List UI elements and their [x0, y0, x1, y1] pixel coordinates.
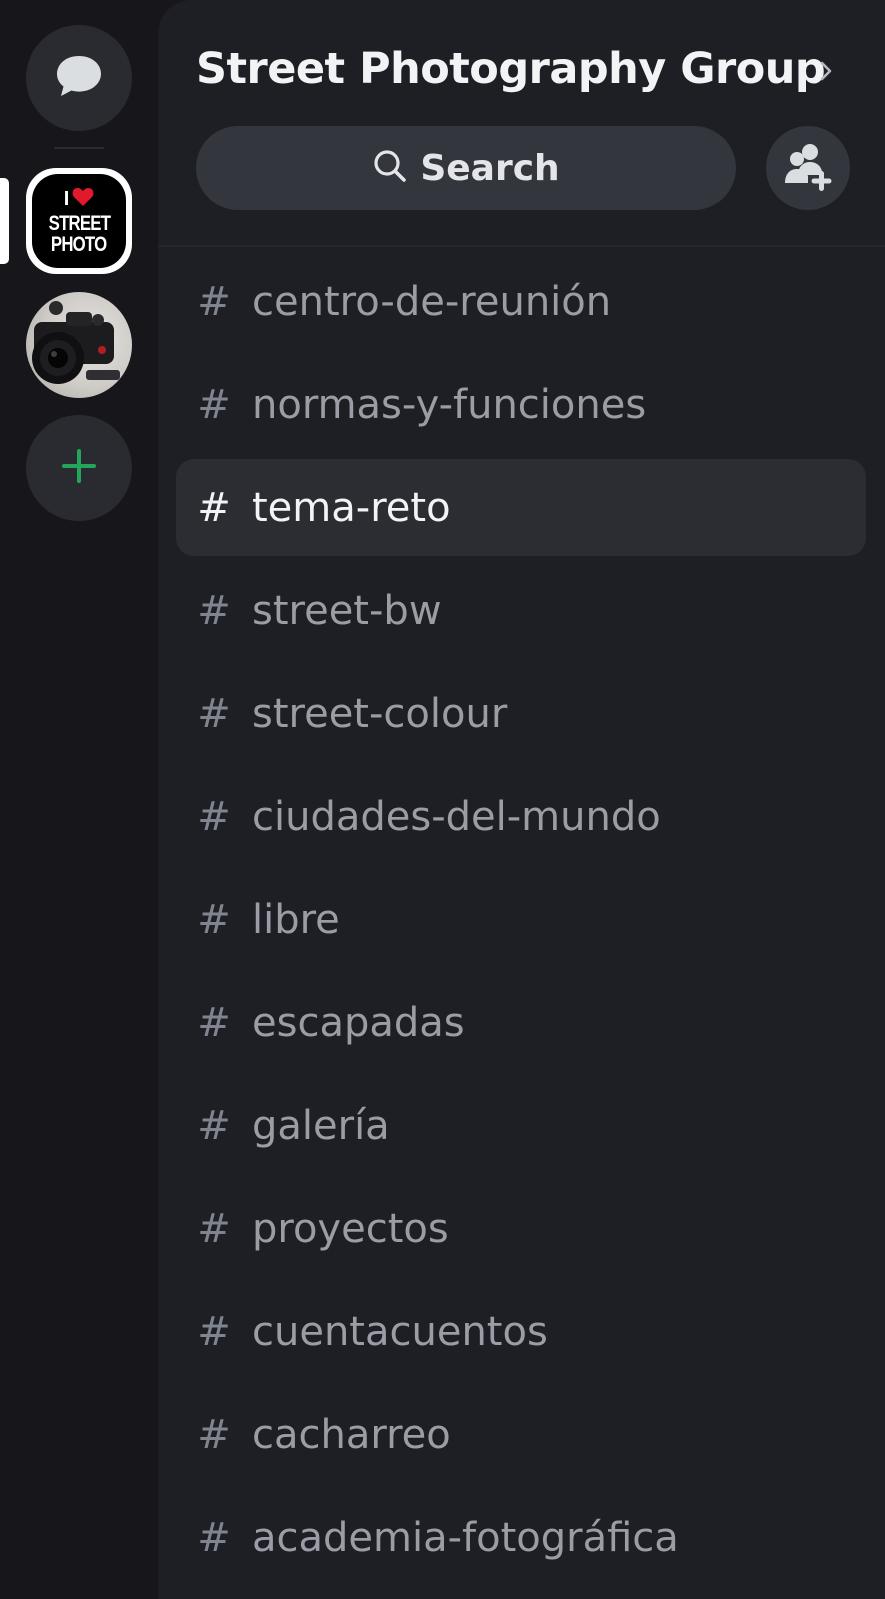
server-street-photo[interactable]: I STREET PHOTO: [26, 168, 132, 274]
hash-icon: #: [197, 999, 231, 1046]
hash-icon: #: [197, 1102, 231, 1149]
hash-icon: #: [197, 1514, 231, 1561]
logo-word-street: STREET: [48, 212, 110, 235]
channel-panel: Street Photography Group Search # centro…: [158, 0, 885, 1599]
hash-icon: #: [197, 793, 231, 840]
rail-separator: [54, 147, 104, 149]
hash-icon: #: [197, 1308, 231, 1355]
channel-item[interactable]: # galería: [176, 1077, 866, 1174]
channel-name: libre: [252, 896, 340, 943]
channel-name: galería: [252, 1102, 390, 1149]
hash-icon: #: [197, 1205, 231, 1252]
channel-list: # centro-de-reunión # normas-y-funciones # te…: [176, 253, 866, 1592]
search-icon: [372, 148, 408, 188]
hash-icon: #: [197, 381, 231, 428]
channel-item[interactable]: # tema-reto: [176, 459, 866, 556]
hash-icon: #: [197, 484, 231, 531]
channel-item[interactable]: # proyectos: [176, 1180, 866, 1277]
channel-name: cacharreo: [252, 1411, 451, 1458]
channel-item[interactable]: # cacharreo: [176, 1386, 866, 1483]
channel-name: proyectos: [252, 1205, 449, 1252]
channel-item[interactable]: # ciudades-del-mundo: [176, 768, 866, 865]
channel-name: street-bw: [252, 587, 442, 634]
hash-icon: #: [197, 278, 231, 325]
plus-icon: [59, 446, 99, 490]
guild-name: Street Photography Group: [196, 44, 826, 94]
hash-icon: #: [197, 896, 231, 943]
channel-name: cuentacuentos: [252, 1308, 548, 1355]
logo-letter: I: [63, 188, 70, 210]
direct-messages-button[interactable]: [26, 25, 132, 131]
guild-header[interactable]: Street Photography Group: [196, 44, 826, 94]
add-server-button[interactable]: [26, 415, 132, 521]
app-window: I STREET PHOTO Street Photography Group …: [0, 0, 885, 1599]
logo-word-photo: PHOTO: [51, 233, 107, 256]
server-rail: I STREET PHOTO: [0, 0, 158, 1599]
channel-item[interactable]: # normas-y-funciones: [176, 356, 866, 453]
channel-item[interactable]: # academia-fotográfica: [176, 1489, 866, 1586]
active-server-indicator: [0, 178, 9, 264]
server-camera[interactable]: [26, 292, 132, 398]
hash-icon: #: [197, 690, 231, 737]
street-photo-logo: I STREET PHOTO: [32, 174, 126, 268]
header-divider: [158, 245, 885, 247]
channel-name: tema-reto: [252, 484, 451, 531]
chat-bubble-icon: [54, 53, 104, 103]
channel-name: centro-de-reunión: [252, 278, 612, 325]
channel-name: street-colour: [252, 690, 508, 737]
channel-name: escapadas: [252, 999, 465, 1046]
channel-item[interactable]: # centro-de-reunión: [176, 253, 866, 350]
channel-item[interactable]: # cuentacuentos: [176, 1283, 866, 1380]
search-label: Search: [420, 147, 560, 189]
add-user-icon: [782, 141, 834, 195]
hash-icon: #: [197, 1411, 231, 1458]
search-bar[interactable]: Search: [196, 126, 736, 210]
channel-item[interactable]: # libre: [176, 871, 866, 968]
hash-icon: #: [197, 587, 231, 634]
channel-item[interactable]: # street-colour: [176, 665, 866, 762]
heart-icon: [72, 187, 94, 211]
channel-item[interactable]: # escapadas: [176, 974, 866, 1071]
invite-members-button[interactable]: [766, 126, 850, 210]
camera-icon: [32, 301, 120, 384]
chevron-right-icon[interactable]: [818, 60, 834, 82]
channel-name: ciudades-del-mundo: [252, 793, 661, 840]
channel-name: academia-fotográfica: [252, 1514, 679, 1561]
channel-item[interactable]: # street-bw: [176, 562, 866, 659]
channel-name: normas-y-funciones: [252, 381, 647, 428]
